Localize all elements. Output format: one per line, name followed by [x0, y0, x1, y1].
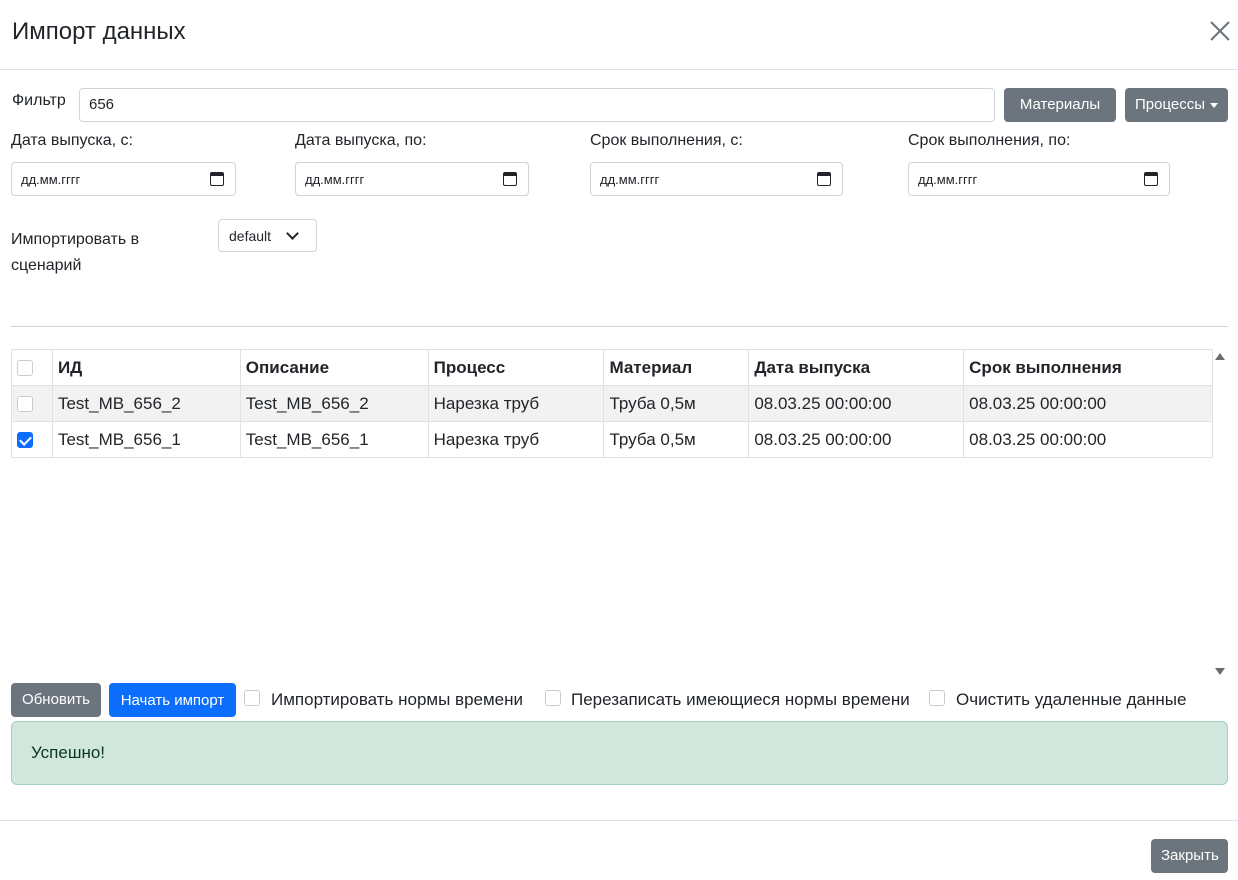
cell-description: Test_MB_656_2 [239, 385, 429, 422]
cell-process: Нарезка труб [427, 421, 605, 458]
cell-due-date: 08.03.25 00:00:00 [963, 421, 1213, 458]
due-date-from-input[interactable]: дд.мм.гггг [590, 162, 843, 196]
date-placeholder: дд.мм.гггг [305, 172, 365, 187]
scroll-up-arrow-icon[interactable] [1215, 353, 1225, 360]
column-header-release-date[interactable]: Дата выпуска [748, 349, 965, 386]
modal-header: Импорт данных [0, 0, 1238, 70]
row-checkbox[interactable] [17, 396, 33, 413]
start-import-button[interactable]: Начать импорт [109, 683, 236, 717]
refresh-button[interactable]: Обновить [11, 683, 101, 717]
select-all-checkbox[interactable] [17, 360, 33, 377]
calendar-icon[interactable] [1144, 172, 1158, 186]
cell-release-date: 08.03.25 00:00:00 [748, 421, 965, 458]
table-row[interactable]: Test_MB_656_1 Test_MB_656_1 Нарезка труб… [11, 421, 1213, 458]
column-header-process[interactable]: Процесс [427, 349, 605, 386]
date-placeholder: дд.мм.гггг [21, 172, 81, 187]
caret-down-icon [1210, 102, 1219, 108]
import-time-norms-label: Импортировать нормы времени [271, 690, 524, 709]
calendar-icon[interactable] [210, 172, 224, 186]
release-date-to-label: Дата выпуска, по: [295, 132, 427, 149]
calendar-icon[interactable] [503, 172, 517, 186]
import-time-norms-checkbox[interactable] [244, 690, 260, 706]
column-header-id[interactable]: ИД [51, 349, 241, 386]
overwrite-time-norms-label: Перезаписать имеющиеся нормы времени [571, 690, 910, 709]
success-alert: Успешно! [11, 721, 1228, 785]
release-date-from-input[interactable]: дд.мм.гггг [11, 162, 236, 196]
overwrite-time-norms-checkbox[interactable] [545, 690, 561, 706]
processes-dropdown-button[interactable]: Процессы [1125, 88, 1228, 122]
column-header-material[interactable]: Материал [603, 349, 750, 386]
filter-input[interactable]: 656 [79, 88, 995, 122]
close-button[interactable]: Закрыть [1151, 839, 1228, 873]
divider [11, 326, 1228, 327]
modal-title: Импорт данных [12, 18, 186, 45]
cell-material: Труба 0,5м [603, 421, 750, 458]
scroll-down-arrow-icon[interactable] [1215, 668, 1225, 675]
cell-id: Test_MB_656_2 [51, 385, 241, 422]
scenario-selected-value: default [229, 228, 272, 244]
clear-deleted-data-checkbox[interactable] [929, 690, 945, 706]
due-date-to-label: Срок выполнения, по: [908, 132, 1071, 149]
due-date-to-input[interactable]: дд.мм.гггг [908, 162, 1170, 196]
select-all-cell [11, 349, 53, 386]
cell-id: Test_MB_656_1 [51, 421, 241, 458]
table-header-row: ИД Описание Процесс Материал Дата выпуск… [11, 349, 1213, 386]
table-row[interactable]: Test_MB_656_2 Test_MB_656_2 Нарезка труб… [11, 385, 1213, 422]
chevron-down-icon [286, 227, 299, 240]
release-date-to-input[interactable]: дд.мм.гггг [295, 162, 529, 196]
row-select-cell [11, 385, 53, 422]
cell-process: Нарезка труб [427, 385, 605, 422]
row-select-cell [11, 421, 53, 458]
due-date-from-label: Срок выполнения, с: [590, 132, 743, 149]
materials-button-label: Материалы [1019, 96, 1101, 113]
column-header-description[interactable]: Описание [239, 349, 429, 386]
cell-material: Труба 0,5м [603, 385, 750, 422]
cell-release-date: 08.03.25 00:00:00 [748, 385, 965, 422]
clear-deleted-data-label: Очистить удаленные данные [956, 690, 1187, 709]
processes-button-label: Процессы [1135, 96, 1206, 113]
modal-footer-divider [0, 820, 1238, 821]
scenario-select[interactable]: default [218, 219, 317, 252]
alert-text: Успешно! [31, 743, 106, 762]
filter-label: Фильтр [12, 92, 66, 109]
date-placeholder: дд.мм.гггг [918, 172, 978, 187]
row-checkbox[interactable] [17, 432, 33, 449]
date-placeholder: дд.мм.гггг [600, 172, 660, 187]
cell-description: Test_MB_656_1 [239, 421, 429, 458]
import-table: ИД Описание Процесс Материал Дата выпуск… [11, 349, 1213, 458]
materials-dropdown-button[interactable]: Материалы [1004, 88, 1116, 142]
scenario-label-line2: сценарий [11, 257, 82, 274]
close-icon[interactable] [1207, 18, 1233, 44]
calendar-icon[interactable] [817, 172, 831, 186]
release-date-from-label: Дата выпуска, с: [11, 132, 133, 149]
cell-due-date: 08.03.25 00:00:00 [963, 385, 1213, 422]
scenario-label-line1: Импортировать в [11, 231, 140, 248]
column-header-due-date[interactable]: Срок выполнения [963, 349, 1213, 386]
